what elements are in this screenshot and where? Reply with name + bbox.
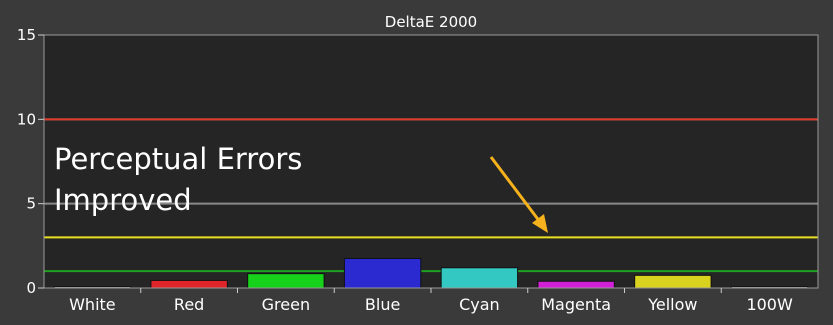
x-tick-label-cyan: Cyan [459,295,500,314]
x-tick-label-100w: 100W [746,295,793,314]
bar-cyan [440,267,519,289]
bar-red [150,279,228,289]
chart-title: DeltaE 2000 [385,13,477,31]
bar-green [247,273,325,289]
bar-blue [343,257,422,289]
y-tick-label-15: 15 [17,26,36,44]
x-tick-label-white: White [69,295,116,314]
x-tick-label-green: Green [262,295,310,314]
y-tick-label-10: 10 [17,110,36,128]
x-tick-label-red: Red [174,295,204,314]
bar-yellow [634,274,712,289]
x-tick-label-blue: Blue [365,295,400,314]
y-tick-label-5: 5 [26,195,36,213]
x-tick-label-yellow: Yellow [647,295,697,314]
x-tick-label-magenta: Magenta [541,295,611,314]
annotation-line-2: Improved [54,183,192,217]
annotation-line-1: Perceptual Errors [54,142,302,176]
deltae-chart: 0 5 10 15 White Red Green Blue Cyan Magenta Yello… [0,0,833,325]
bar-magenta [537,280,615,289]
y-tick-label-0: 0 [26,279,36,297]
